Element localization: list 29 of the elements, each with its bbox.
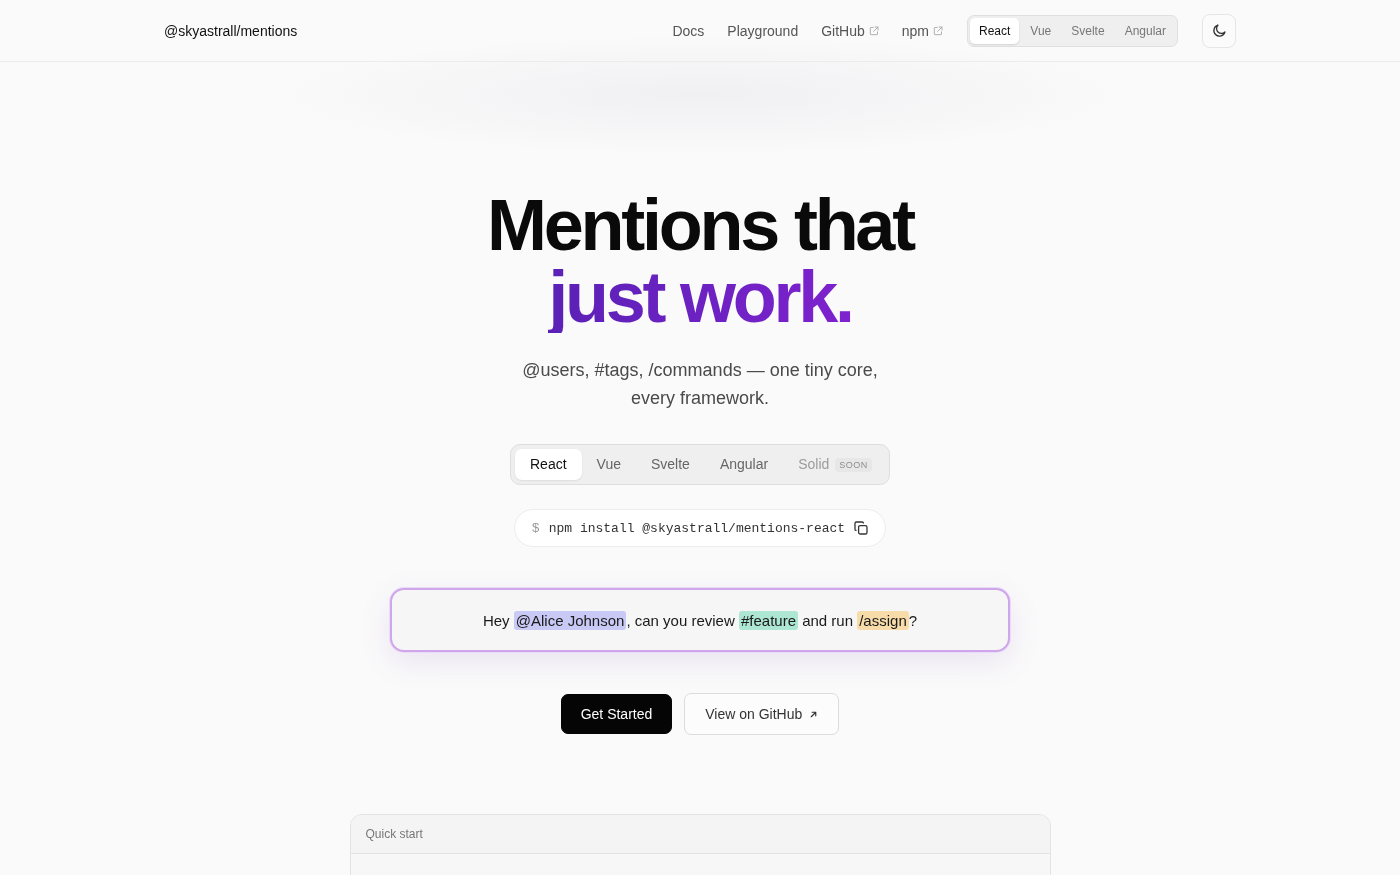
hero-subtitle: @users, #tags, /commands — one tiny core, every framework. (521, 359, 879, 410)
nav-link[interactable]: npm (901, 22, 943, 39)
shell-prompt: $ (531, 520, 540, 536)
get-started-button[interactable]: Get Started (560, 694, 673, 734)
mention-editor-field[interactable]: Hey @Alice Johnson, can you review #feature and run /assign? (390, 588, 1010, 652)
copy-button[interactable] (854, 521, 869, 535)
site-logo[interactable]: @skyastrall/mentions (164, 22, 298, 39)
framework-tab[interactable]: Angular (1115, 17, 1175, 44)
framework-tab[interactable]: Svelte (1062, 17, 1114, 44)
copy-icon (854, 521, 869, 535)
framework-tab[interactable]: Angular (704, 449, 784, 480)
mention-chip: @Alice Johnson (513, 610, 627, 630)
github-button[interactable]: View on GitHub (684, 693, 840, 735)
tag-chip: #feature (738, 610, 798, 630)
framework-tab[interactable]: React (515, 449, 582, 480)
nav-link[interactable]: Docs (672, 22, 705, 39)
command-chip: /assign (857, 610, 909, 630)
theme-toggle-button[interactable] (1202, 13, 1236, 48)
framework-tab[interactable]: Vue (581, 449, 636, 480)
hero-title: Mentions that (487, 189, 913, 261)
nav-link[interactable]: GitHub (821, 22, 879, 39)
framework-tab[interactable]: React (970, 17, 1020, 44)
moon-icon (1211, 23, 1227, 38)
soon-badge: SOON (835, 457, 872, 472)
framework-tab[interactable]: Svelte (635, 449, 705, 480)
framework-tab[interactable]: Vue (1021, 17, 1061, 44)
quick-start-title: Quick start (365, 827, 423, 841)
install-command: npm install @skyastrall/mentions-react (548, 520, 846, 536)
nav-link[interactable]: Playground (727, 22, 799, 39)
